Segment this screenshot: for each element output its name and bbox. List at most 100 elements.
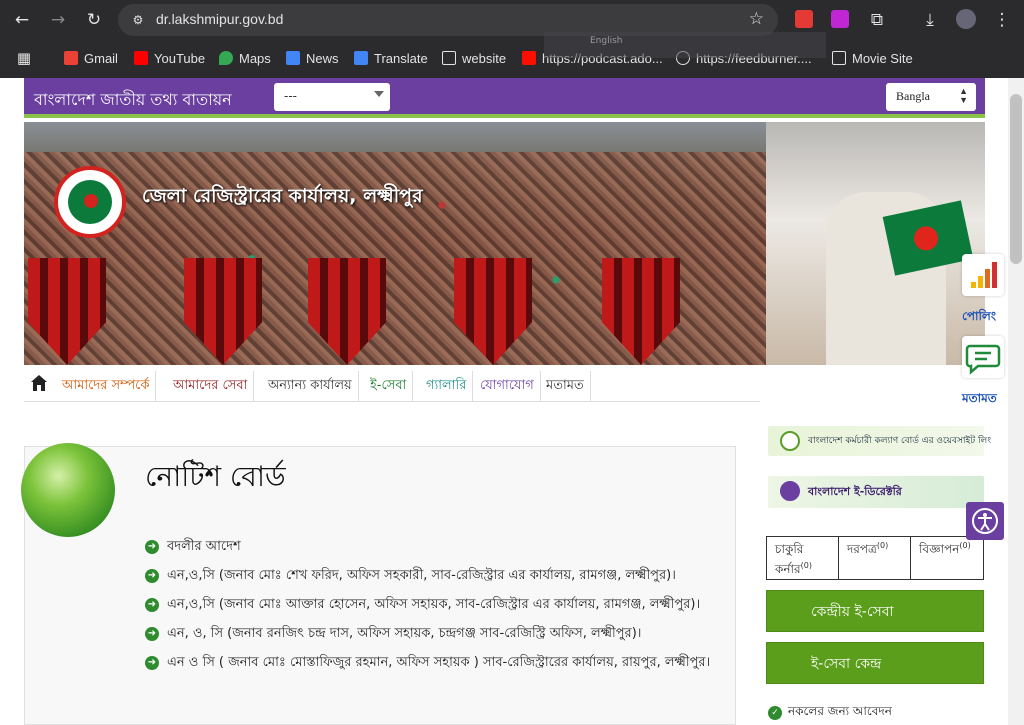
language-select[interactable]: Bangla ▲ ▼: [886, 83, 976, 111]
feedback-label[interactable]: মতামত: [962, 390, 997, 410]
tab-jobs[interactable]: চাকুরি কর্নার(0): [767, 537, 839, 579]
language-value: Bangla: [896, 89, 930, 103]
notice-text: এন,ও,সি (জনাব মোঃ শেখ ফরিদ, অফিস সহকারী,…: [167, 568, 676, 583]
arrow-circle-icon: ➜: [145, 627, 159, 641]
site-info-icon[interactable]: ⚙: [130, 12, 146, 28]
apps-grid-icon[interactable]: ▦: [12, 46, 36, 70]
tab-ads[interactable]: বিজ্ঞাপন(0): [911, 537, 983, 579]
polling-label[interactable]: পোলিং: [962, 308, 996, 328]
overlay-language-label: English: [590, 36, 623, 46]
bookmark-news[interactable]: News: [286, 49, 339, 67]
notice-item[interactable]: ➜ এন, ও, সি (জনাব রনজিৎ চন্দ্র দাস, অফিস …: [145, 624, 729, 644]
downloads-icon[interactable]: ⤓: [918, 8, 942, 32]
arrow-circle-icon: ➜: [145, 598, 159, 612]
profile-avatar[interactable]: [956, 9, 976, 29]
notice-item[interactable]: ➜ বদলীর আদেশ: [145, 537, 729, 557]
menu-label: আমাদের সম্পর্কে: [62, 378, 150, 393]
select-value: ---: [284, 89, 297, 103]
notice-item[interactable]: ➜ এন,ও,সি (জনাব মোঃ আক্তার হোসেন, অফিস সহ…: [145, 595, 729, 615]
bookmark-gmail[interactable]: Gmail: [64, 49, 118, 67]
extensions-puzzle-icon[interactable]: ⧉: [865, 8, 889, 32]
menu-label: যোগাযোগ: [480, 378, 534, 393]
menu-dots-icon[interactable]: ⋮: [990, 8, 1014, 32]
bookmark-label: Movie Site: [852, 50, 913, 66]
accessibility-icon[interactable]: [966, 502, 1004, 540]
copy-application-link[interactable]: ✓ নকলের জন্য আবেদন: [768, 703, 892, 723]
menu-item-gallery[interactable]: গ্যালারি: [420, 371, 474, 401]
address-row: ← → ↻ ⚙ dr.lakshmipur.gov.bd ☆ ⧉ ⤓ ⋮: [0, 0, 1024, 40]
bookmark-website-folder[interactable]: website: [442, 49, 506, 67]
portal-name[interactable]: বাংলাদেশ জাতীয় তথ্য বাতায়ন: [34, 87, 232, 114]
site-select-dropdown[interactable]: ---: [274, 83, 390, 111]
arrow-circle-icon: ➜: [145, 656, 159, 670]
tab-label: দরপত্র: [847, 542, 877, 556]
tab-count: (0): [876, 541, 889, 550]
translate-icon: [354, 51, 368, 65]
notice-item[interactable]: ➜ এন,ও,সি (জনাব মোঃ শেখ ফরিদ, অফিস সহকারী…: [145, 566, 729, 586]
folder-icon: [832, 51, 846, 65]
banner-text: বাংলাদেশ ই-ডিরেক্টরি: [808, 485, 902, 498]
notice-text: বদলীর আদেশ: [167, 539, 241, 554]
gmail-icon: [64, 51, 78, 65]
forward-arrow-icon[interactable]: →: [46, 8, 70, 32]
menu-item-other-offices[interactable]: অন্যান্য কার্যালয়: [262, 371, 359, 401]
back-arrow-icon[interactable]: ←: [10, 8, 34, 32]
e-directory-logo-icon: [780, 481, 800, 501]
notice-text: এন ও সি ( জনাব মোঃ মোস্তাফিজুর রহমান, অফ…: [167, 655, 711, 670]
reload-icon[interactable]: ↻: [82, 8, 106, 32]
tab-tenders[interactable]: দরপত্র(0): [839, 537, 911, 579]
portal-topbar: বাংলাদেশ জাতীয় তথ্য বাতায়ন --- Bangla …: [24, 78, 985, 118]
notice-text: এন, ও, সি (জনাব রনজিৎ চন্দ্র দাস, অফিস স…: [167, 626, 642, 641]
button-label: কেন্দ্রীয় ই-সেবা: [811, 604, 894, 620]
tab-label: বিজ্ঞাপন: [919, 542, 960, 556]
welfare-board-banner[interactable]: বাংলাদেশ কর্মচারী কল্যাণ বোর্ড এর ওয়েবস…: [768, 426, 991, 456]
chat-bubble-icon: [965, 344, 1001, 375]
apply-label: নকলের জন্য আবেদন: [788, 704, 892, 718]
page-scrollbar[interactable]: [1008, 78, 1024, 725]
banner-text: বাংলাদেশ কর্মচারী কল্যাণ বোর্ড এর ওয়েবস…: [808, 436, 992, 446]
seal-inner: [68, 180, 112, 224]
eservice-center-button[interactable]: ই-সেবা কেন্দ্র: [766, 642, 984, 684]
main-menu: আমাদের সম্পর্কে আমাদের সেবা অন্যান্য কার…: [24, 368, 760, 402]
scrollbar-thumb[interactable]: [1010, 94, 1022, 264]
bookmark-star-icon[interactable]: ☆: [749, 9, 764, 29]
notice-board-title: নোটিশ বোর্ড: [145, 460, 286, 493]
adobe-icon: [522, 51, 536, 65]
bar-chart-icon: [971, 262, 997, 288]
menu-item-services[interactable]: আমাদের সেবা: [167, 371, 255, 401]
maps-icon: [219, 51, 233, 65]
url-text[interactable]: dr.lakshmipur.gov.bd: [156, 11, 283, 27]
government-seal-logo[interactable]: [54, 166, 126, 238]
polling-widget[interactable]: [962, 254, 1004, 296]
feedback-widget[interactable]: [962, 336, 1004, 378]
youtube-icon: [134, 51, 148, 65]
seal-dot: [84, 194, 98, 208]
tab-count: (0): [800, 561, 812, 570]
accessibility-figure-icon: [972, 508, 998, 534]
globe-icon: [21, 443, 115, 537]
menu-item-about[interactable]: আমাদের সম্পর্কে: [56, 371, 157, 401]
central-eservice-button[interactable]: কেন্দ্রীয় ই-সেবা: [766, 590, 984, 632]
menu-item-feedback[interactable]: মতামত: [540, 371, 591, 401]
notice-item[interactable]: ➜ এন ও সি ( জনাব মোঃ মোস্তাফিজুর রহমান, অ…: [145, 653, 729, 673]
bookmark-translate[interactable]: Translate: [354, 49, 428, 67]
menu-label: গ্যালারি: [426, 378, 467, 393]
arrow-circle-icon: ➜: [145, 540, 159, 554]
menu-item-eservice[interactable]: ই-সেবা: [364, 371, 414, 401]
e-directory-banner[interactable]: বাংলাদেশ ই-ডিরেক্টরি: [768, 476, 984, 508]
menu-item-contact[interactable]: যোগাযোগ: [474, 371, 541, 401]
folder-icon: [442, 51, 456, 65]
chevron-down-icon: [374, 91, 384, 97]
news-icon: [286, 51, 300, 65]
bookmark-youtube[interactable]: YouTube: [134, 49, 205, 67]
check-circle-icon: ✓: [768, 706, 782, 720]
extension-download-icon[interactable]: [831, 10, 849, 28]
home-icon[interactable]: [30, 374, 48, 392]
bookmark-maps[interactable]: Maps: [219, 49, 271, 67]
button-label: ই-সেবা কেন্দ্র: [811, 656, 882, 672]
bookmark-label: Maps: [239, 50, 271, 66]
extension-red-icon[interactable]: [795, 10, 813, 28]
globe-icon: [780, 431, 800, 451]
bookmark-movie-site[interactable]: Movie Site: [832, 49, 913, 67]
office-title: জেলা রেজিস্ট্রারের কার্যালয়, লক্ষ্মীপুর: [142, 185, 423, 207]
